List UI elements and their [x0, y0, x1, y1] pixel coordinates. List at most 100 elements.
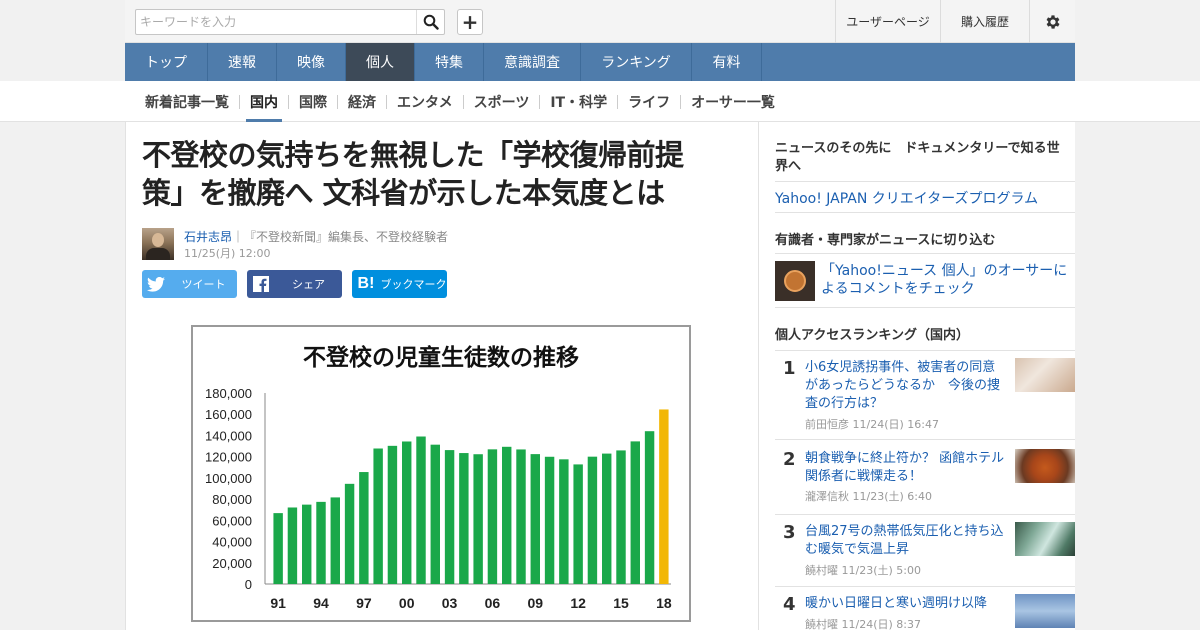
nav-individual[interactable]: 個人	[346, 43, 415, 81]
experts-heading: 有識者・専門家がニュースに切り込む	[775, 233, 996, 248]
chart-bars	[273, 409, 669, 584]
chart-x-tick-label: 15	[613, 595, 629, 611]
divider	[775, 350, 1075, 351]
nav-survey[interactable]: 意識調査	[484, 43, 581, 81]
subnav-domestic-label: 国内	[250, 94, 278, 111]
subnav-international[interactable]: 国際	[289, 81, 337, 122]
search-button[interactable]	[416, 10, 444, 34]
chart-y-tick-label: 60,000	[212, 513, 252, 528]
ranking-item-3[interactable]: 3 台風27号の熱帯低気圧化と持ち込む暖気で気温上昇 饒村曜 11/23(土) …	[775, 522, 1075, 582]
author-avatar[interactable]	[142, 228, 174, 260]
subnav-authors[interactable]: オーサー一覧	[681, 81, 785, 122]
chart-y-ticks: 0 20,000 40,000 60,000 80,000 100,000 120,000 1…	[205, 386, 252, 592]
divider	[775, 253, 1075, 254]
rank-author: 饒村曜	[805, 564, 838, 577]
chart-x-tick-label: 91	[270, 595, 286, 611]
ranking-item-2[interactable]: 2 朝食戦争に終止符か？ 函館ホテル関係者に戦慄走る！ 瀧澤信秋 11/23(土…	[775, 449, 1075, 509]
chart-bar	[444, 450, 455, 584]
chart-y-tick-label: 0	[245, 577, 252, 592]
chart-x-tick-label: 18	[656, 595, 672, 611]
chart-bar	[459, 453, 469, 584]
rank-title[interactable]: 暖かい日曜日と寒い週明け以降	[805, 595, 1007, 613]
comment-icon[interactable]	[775, 261, 815, 301]
subnav-entertainment[interactable]: エンタメ	[387, 81, 463, 122]
chart-y-tick-label: 100,000	[205, 471, 252, 486]
divider	[775, 514, 1075, 515]
divider	[775, 586, 1075, 587]
divider	[775, 212, 1075, 213]
subnav-sports-label: スポーツ	[473, 94, 530, 111]
hatena-bookmark-button[interactable]: B! ブックマーク	[352, 270, 447, 298]
rank-thumbnail[interactable]	[1015, 449, 1075, 483]
nav-individual-label: 個人	[366, 55, 394, 71]
user-page-link[interactable]: ユーザーページ	[835, 0, 940, 43]
chart-bar	[659, 409, 669, 584]
chart-bar	[516, 449, 526, 584]
chart-bar	[416, 436, 426, 584]
add-button[interactable]: +	[457, 9, 483, 35]
tweet-label: ツイート	[181, 278, 226, 291]
nav-ranking[interactable]: ランキング	[581, 43, 692, 81]
subnav-economy-label: 経済	[348, 94, 376, 111]
ranking-heading: 個人アクセスランキング（国内）	[775, 328, 969, 343]
creators-program-link[interactable]: Yahoo! JAPAN クリエイターズプログラム	[775, 188, 1038, 208]
chart-bar	[530, 454, 540, 584]
chart-x-tick-label: 03	[442, 595, 458, 611]
chart-y-tick-label: 40,000	[212, 535, 252, 550]
nav-feature-label: 特集	[435, 55, 463, 71]
search-input[interactable]	[136, 10, 418, 34]
purchase-history-label: 購入履歴	[960, 15, 1009, 29]
subnav-domestic[interactable]: 国内	[240, 81, 288, 122]
nav-survey-label: 意識調査	[504, 55, 560, 71]
rank-meta: 饒村曜 11/24(日) 8:37	[805, 616, 921, 630]
facebook-share-label: シェア	[292, 278, 325, 291]
rank-thumbnail[interactable]	[1015, 358, 1075, 392]
experts-comment-link[interactable]: 「Yahoo!ニュース 個人」のオーサーによるコメントをチェック	[821, 262, 1071, 298]
rank-author: 饒村曜	[805, 618, 838, 630]
nav-top-label: トップ	[145, 55, 187, 71]
chart-bar	[302, 504, 312, 584]
ranking-item-4[interactable]: 4 暖かい日曜日と寒い週明け以降 饒村曜 11/24(日) 8:37	[775, 594, 1075, 630]
chart-y-tick-label: 140,000	[205, 428, 252, 443]
ranking-item-1[interactable]: 1 小6女児誘拐事件、被害者の同意があったらどうなるか 今後の捜査の行方は？ 前…	[775, 358, 1075, 438]
divider	[775, 439, 1075, 440]
nav-top[interactable]: トップ	[125, 43, 208, 81]
chart-x-tick-label: 06	[485, 595, 501, 611]
rank-number: 1	[783, 358, 796, 379]
rank-title[interactable]: 小6女児誘拐事件、被害者の同意があったらどうなるか 今後の捜査の行方は？	[805, 359, 1007, 413]
nav-paid[interactable]: 有料	[692, 43, 762, 81]
search-icon	[423, 14, 439, 30]
subnav-authors-label: オーサー一覧	[691, 94, 775, 111]
search-box	[135, 9, 445, 35]
subnav-it-science[interactable]: IT・科学	[540, 81, 617, 122]
documentary-heading: ニュースのその先に ドキュメンタリーで知る世界へ	[775, 141, 1060, 174]
chart-figure: 不登校の児童生徒数の推移 0 20,000 40,000 60,000 80,000 10…	[191, 325, 691, 622]
tweet-button[interactable]: ツイート	[142, 270, 237, 298]
sidebar: ニュースのその先に ドキュメンタリーで知る世界へ Yahoo! JAPAN クリ…	[759, 122, 1075, 630]
subnav-latest[interactable]: 新着記事一覧	[135, 81, 239, 122]
nav-breaking[interactable]: 速報	[208, 43, 277, 81]
chart-bar	[487, 449, 498, 584]
subnav-economy[interactable]: 経済	[338, 81, 386, 122]
article-title: 不登校の気持ちを無視した「学校復帰前提 策」を撤廃へ 文科省が示した本気度とは	[142, 136, 742, 212]
author-name-link[interactable]: 石井志昂	[184, 230, 232, 244]
chart-bar	[402, 441, 412, 584]
facebook-share-button[interactable]: シェア	[247, 270, 342, 298]
nav-video[interactable]: 映像	[277, 43, 346, 81]
nav-feature[interactable]: 特集	[415, 43, 484, 81]
rank-thumbnail[interactable]	[1015, 594, 1075, 628]
chart-svg: 不登校の児童生徒数の推移 0 20,000 40,000 60,000 80,000 10…	[205, 344, 672, 611]
subnav-sports[interactable]: スポーツ	[464, 81, 540, 122]
rank-title[interactable]: 台風27号の熱帯低気圧化と持ち込む暖気で気温上昇	[805, 523, 1007, 559]
settings-button[interactable]	[1029, 0, 1075, 43]
rank-title[interactable]: 朝食戦争に終止符か？ 函館ホテル関係者に戦慄走る！	[805, 450, 1007, 486]
article-title-line1: 不登校の気持ちを無視した「学校復帰前提	[142, 138, 684, 172]
nav-video-label: 映像	[297, 55, 325, 71]
subnav-entertainment-label: エンタメ	[397, 94, 453, 111]
chart-bar	[587, 456, 598, 584]
rank-thumbnail[interactable]	[1015, 522, 1075, 556]
purchase-history-link[interactable]: 購入履歴	[940, 0, 1029, 43]
subnav-life[interactable]: ライフ	[618, 81, 680, 122]
rank-meta: 饒村曜 11/23(土) 5:00	[805, 562, 921, 578]
rank-date: 11/23(土) 6:40	[852, 490, 932, 503]
